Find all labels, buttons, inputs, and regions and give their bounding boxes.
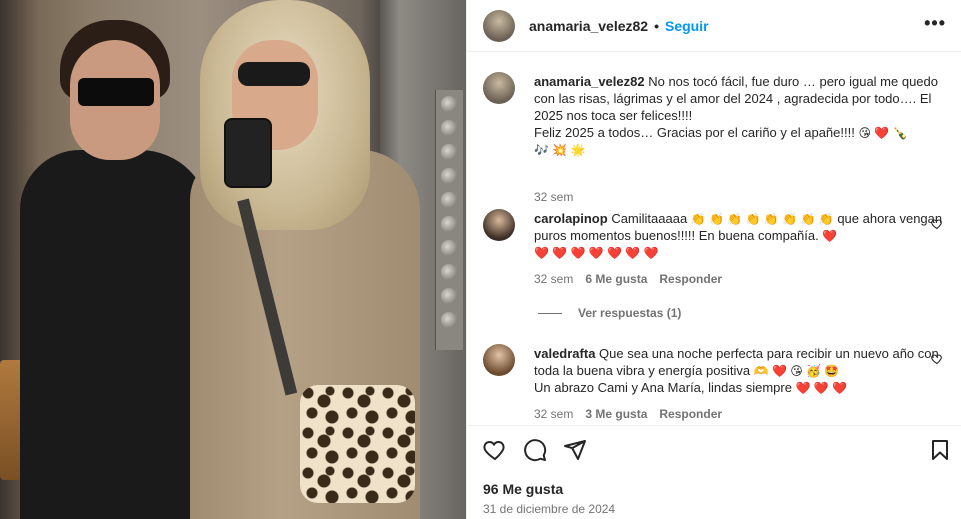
replies-line [538, 312, 562, 314]
reply-button[interactable]: Responder [659, 272, 722, 286]
comment-text: valedrafta Que sea una noche perfecta pa… [534, 345, 944, 396]
elevator-button [441, 240, 457, 256]
caption-emojis-2: 🎶 💥 🌟 [534, 143, 586, 157]
like-comment-heart-icon[interactable] [931, 218, 943, 230]
share-icon[interactable] [563, 438, 587, 462]
comment-likes[interactable]: 6 Me gusta [585, 272, 647, 286]
caption-meta: 32 sem [534, 190, 573, 204]
caption-body-2: Feliz 2025 a todos… Gracias por el cariñ… [534, 125, 855, 140]
comment-body-2: Un abrazo Cami y Ana María, lindas siemp… [534, 380, 792, 395]
comment: valedrafta Que sea una noche perfecta pa… [483, 344, 943, 424]
caption-time[interactable]: 32 sem [534, 190, 573, 204]
elevator-button [441, 192, 457, 208]
view-replies-button[interactable]: Ver respuestas (1) [538, 306, 681, 320]
caption-username[interactable]: anamaria_velez82 [534, 74, 645, 89]
author-username[interactable]: anamaria_velez82 [529, 18, 648, 34]
comment-body: Que sea una noche perfecta para recibir … [534, 346, 939, 378]
sunglasses [78, 78, 154, 106]
elevator-button [441, 288, 457, 304]
bookmark-icon[interactable] [928, 438, 952, 462]
caption-emojis-1: 😘 ❤️ 🍾 [858, 126, 908, 140]
elevator-button [441, 264, 457, 280]
comment-time[interactable]: 32 sem [534, 272, 573, 286]
comment: carolapinop Camilitaaaaa 👏 👏 👏 👏 👏 👏 👏 👏… [483, 209, 943, 319]
like-heart-icon[interactable] [483, 438, 507, 462]
comment-body: Camilitaaaaa [611, 211, 688, 226]
comment-icon[interactable] [523, 438, 547, 462]
post-date[interactable]: 31 de diciembre de 2024 [483, 502, 615, 516]
author-avatar[interactable] [483, 9, 515, 42]
comment-meta: 32 sem 3 Me gusta Responder [534, 407, 722, 421]
elevator-button [441, 168, 457, 184]
commenter-username[interactable]: valedrafta [534, 346, 595, 361]
elevator-button [441, 144, 457, 160]
author-avatar[interactable] [483, 72, 515, 104]
comment-emojis: 🫶 ❤️ 😘 🥳 🤩 [753, 364, 840, 378]
view-replies-label[interactable]: Ver respuestas (1) [578, 306, 681, 320]
like-comment-heart-icon[interactable] [931, 353, 943, 365]
elevator-button [441, 120, 457, 136]
person-left-body [20, 150, 210, 519]
elevator-button [441, 96, 457, 112]
follow-button[interactable]: Seguir [665, 18, 709, 34]
comment-emojis-2: ❤️ ❤️ ❤️ [795, 381, 848, 395]
action-icons [483, 438, 587, 462]
comment-likes[interactable]: 3 Me gusta [585, 407, 647, 421]
elevator-button [441, 312, 457, 328]
post-header: anamaria_velez82 • Seguir ••• [467, 0, 961, 52]
comment-time[interactable]: 32 sem [534, 407, 573, 421]
comment-emojis-2: ❤️ [822, 229, 838, 243]
commenter-avatar[interactable] [483, 209, 515, 241]
post-actions: 96 Me gusta 31 de diciembre de 2024 [467, 425, 961, 519]
save-button[interactable] [928, 438, 952, 465]
leopard-print-bag [300, 385, 415, 503]
separator-dot: • [654, 17, 659, 34]
comment-emojis: 👏 👏 👏 👏 👏 👏 👏 👏 [690, 212, 834, 226]
comments-list[interactable]: anamaria_velez82 No nos tocó fácil, fue … [467, 52, 961, 425]
likes-count[interactable]: 96 Me gusta [483, 481, 563, 497]
comment-text: carolapinop Camilitaaaaa 👏 👏 👏 👏 👏 👏 👏 👏… [534, 210, 944, 261]
phone [224, 118, 272, 188]
comment-meta: 32 sem 6 Me gusta Responder [534, 272, 722, 286]
caption: anamaria_velez82 No nos tocó fácil, fue … [483, 72, 944, 204]
reply-button[interactable]: Responder [659, 407, 722, 421]
elevator-button [441, 216, 457, 232]
caption-text: anamaria_velez82 No nos tocó fácil, fue … [534, 73, 944, 158]
commenter-avatar[interactable] [483, 344, 515, 376]
sunglasses [238, 62, 310, 86]
post-photo[interactable] [0, 0, 466, 519]
comment-emojis-3: ❤️ ❤️ ❤️ ❤️ ❤️ ❤️ ❤️ [534, 246, 659, 260]
post-sidebar: anamaria_velez82 • Seguir ••• anamaria_v… [466, 0, 961, 519]
more-options-icon[interactable]: ••• [924, 14, 946, 32]
commenter-username[interactable]: carolapinop [534, 211, 608, 226]
